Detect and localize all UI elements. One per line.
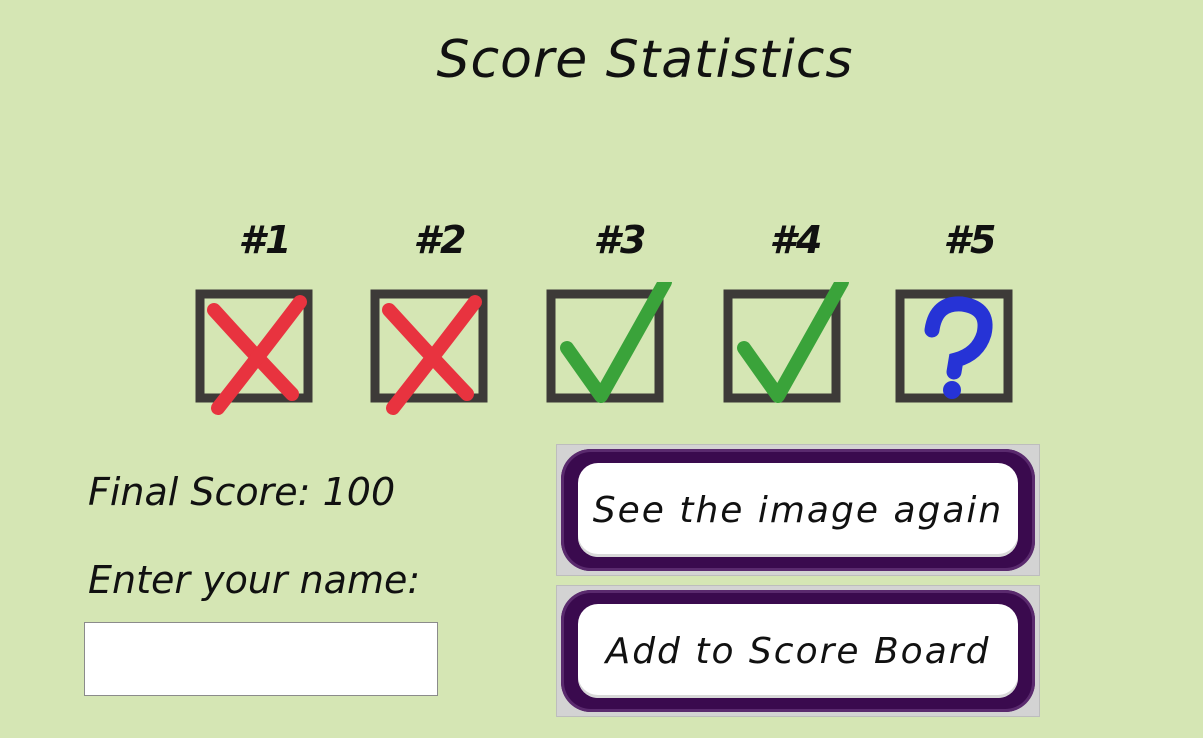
see-image-again-button[interactable]: See the image again [561,449,1035,571]
final-score-label: Final Score: [88,470,311,514]
green-check-icon [723,282,849,403]
question-3-result [543,282,673,418]
green-check-icon [546,282,672,403]
blue-question-icon [895,289,1013,403]
name-prompt: Enter your name: [88,558,421,602]
name-input[interactable] [84,622,438,696]
question-4-result [720,282,850,418]
add-to-score-board-label[interactable]: Add to Score Board [578,604,1018,698]
final-score: Final Score: 100 [88,470,395,514]
final-score-value: 100 [322,470,396,514]
question-1-result [192,282,322,418]
question-3-label: #3 [593,218,647,262]
add-to-score-board-button[interactable]: Add to Score Board [561,590,1035,712]
question-1-label: #1 [238,218,292,262]
question-5-result [892,282,1022,418]
question-2-label: #2 [413,218,467,262]
see-image-again-frame: See the image again [556,444,1040,576]
red-x-icon [370,289,488,415]
question-2-result [367,282,497,418]
add-to-score-board-frame: Add to Score Board [556,585,1040,717]
page-title: Score Statistics [436,30,854,90]
red-x-icon [195,289,313,415]
question-5-label: #5 [943,218,997,262]
see-image-again-label[interactable]: See the image again [578,463,1018,557]
question-4-label: #4 [769,218,823,262]
